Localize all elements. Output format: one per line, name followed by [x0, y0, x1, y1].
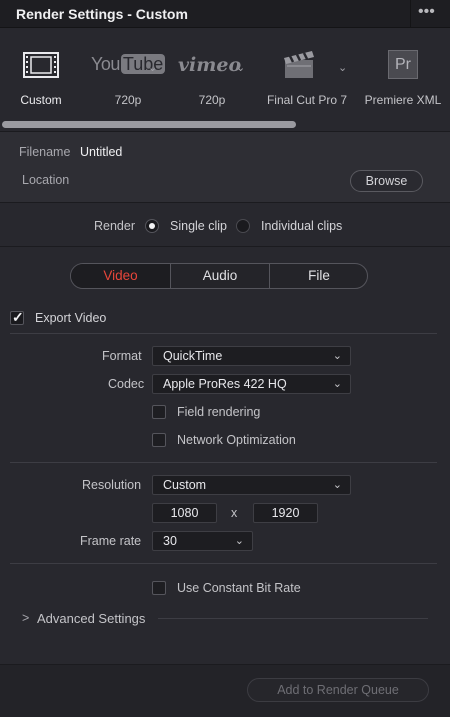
section-divider [10, 462, 437, 463]
chevron-down-icon: ⌄ [332, 350, 342, 362]
section-divider [0, 246, 450, 247]
chevron-down-icon[interactable]: ⌄ [236, 61, 245, 74]
chevron-right-icon: > [22, 611, 30, 625]
checkmark-icon: ✓ [12, 309, 24, 325]
format-label: Format [102, 349, 142, 363]
frame-rate-value: 30 [163, 534, 177, 548]
section-divider [10, 563, 437, 564]
preset-label: 720p [198, 93, 226, 107]
export-video-checkbox[interactable]: ✓ [10, 309, 24, 325]
tab-file[interactable]: File [270, 264, 367, 288]
format-dropdown[interactable]: QuickTime ⌄ [152, 346, 351, 366]
chevron-down-icon[interactable]: ⌄ [338, 61, 347, 74]
premiere-logo-text: Pr [395, 56, 411, 73]
chevron-down-icon: ⌄ [234, 535, 244, 547]
resolution-dropdown[interactable]: Custom ⌄ [152, 475, 351, 495]
section-divider [10, 333, 437, 334]
preset-label: Final Cut Pro 7 [266, 93, 348, 107]
more-options-icon[interactable]: ••• [418, 3, 435, 21]
preset-label: Custom [20, 93, 62, 107]
render-label: Render [94, 219, 135, 233]
individual-clips-label[interactable]: Individual clips [261, 219, 342, 233]
height-input[interactable]: 1920 [253, 503, 318, 523]
format-value: QuickTime [163, 349, 223, 363]
resolution-label: Resolution [82, 478, 142, 492]
resolution-x-label: x [231, 506, 238, 520]
premiere-icon: Pr [388, 50, 418, 79]
field-rendering-checkbox[interactable] [152, 405, 166, 419]
preset-scrollbar-thumb[interactable] [2, 121, 296, 128]
preset-custom[interactable]: Custom [10, 40, 72, 120]
advanced-settings-label: Advanced Settings [37, 611, 146, 626]
codec-dropdown[interactable]: Apple ProRes 422 HQ ⌄ [152, 374, 351, 394]
constant-bit-rate-label[interactable]: Use Constant Bit Rate [177, 581, 301, 595]
vimeo-logo-icon: vimeo [178, 54, 242, 76]
settings-tabs: Video Audio File [70, 263, 368, 289]
resolution-value: Custom [163, 478, 207, 492]
chevron-down-icon: ⌄ [332, 479, 342, 491]
preset-premiere[interactable]: Pr Premiere XML [362, 40, 444, 120]
clapperboard-icon [284, 51, 314, 78]
youtube-logo-tube: Tube [120, 54, 166, 74]
title-bar: Render Settings - Custom ••• [0, 0, 450, 28]
codec-value: Apple ProRes 422 HQ [163, 377, 287, 391]
network-optimization-label[interactable]: Network Optimization [177, 433, 296, 447]
youtube-logo-you: You [91, 54, 120, 74]
export-video-label[interactable]: Export Video [35, 311, 106, 325]
location-label: Location [22, 173, 70, 187]
chevron-down-icon: ⌄ [332, 378, 342, 390]
film-strip-icon [23, 52, 59, 78]
preset-final-cut[interactable]: ⌄ Final Cut Pro 7 [262, 40, 352, 120]
filename-label: Filename [19, 145, 71, 159]
preset-youtube[interactable]: You Tube ⌄ 720p [88, 40, 168, 120]
network-optimization-checkbox[interactable] [152, 433, 166, 447]
window-title: Render Settings - Custom [16, 6, 188, 22]
preset-vimeo[interactable]: vimeo ⌄ 720p [172, 40, 252, 120]
individual-clips-radio[interactable] [236, 219, 250, 233]
chevron-down-icon[interactable]: ⌄ [148, 61, 157, 74]
filename-input[interactable]: Untitled [80, 145, 122, 159]
preset-label: 720p [114, 93, 142, 107]
field-rendering-label[interactable]: Field rendering [177, 405, 260, 419]
tab-audio[interactable]: Audio [171, 264, 269, 288]
advanced-divider [158, 618, 428, 619]
codec-label: Codec [108, 377, 145, 391]
browse-button[interactable]: Browse [350, 170, 423, 192]
advanced-settings-toggle[interactable]: > Advanced Settings [22, 611, 152, 629]
title-divider [410, 0, 411, 28]
frame-rate-dropdown[interactable]: 30 ⌄ [152, 531, 253, 551]
add-to-render-queue-button[interactable]: Add to Render Queue [247, 678, 429, 702]
constant-bit-rate-checkbox[interactable] [152, 581, 166, 595]
single-clip-label[interactable]: Single clip [170, 219, 227, 233]
single-clip-radio[interactable] [145, 219, 159, 233]
preset-label: Premiere XML [364, 93, 442, 107]
preset-strip: Custom You Tube ⌄ 720p vimeo ⌄ 720p ⌄ Fin… [0, 28, 450, 131]
width-input[interactable]: 1080 [152, 503, 217, 523]
frame-rate-label: Frame rate [80, 534, 142, 548]
file-section [0, 131, 450, 203]
tab-video[interactable]: Video [71, 264, 170, 288]
